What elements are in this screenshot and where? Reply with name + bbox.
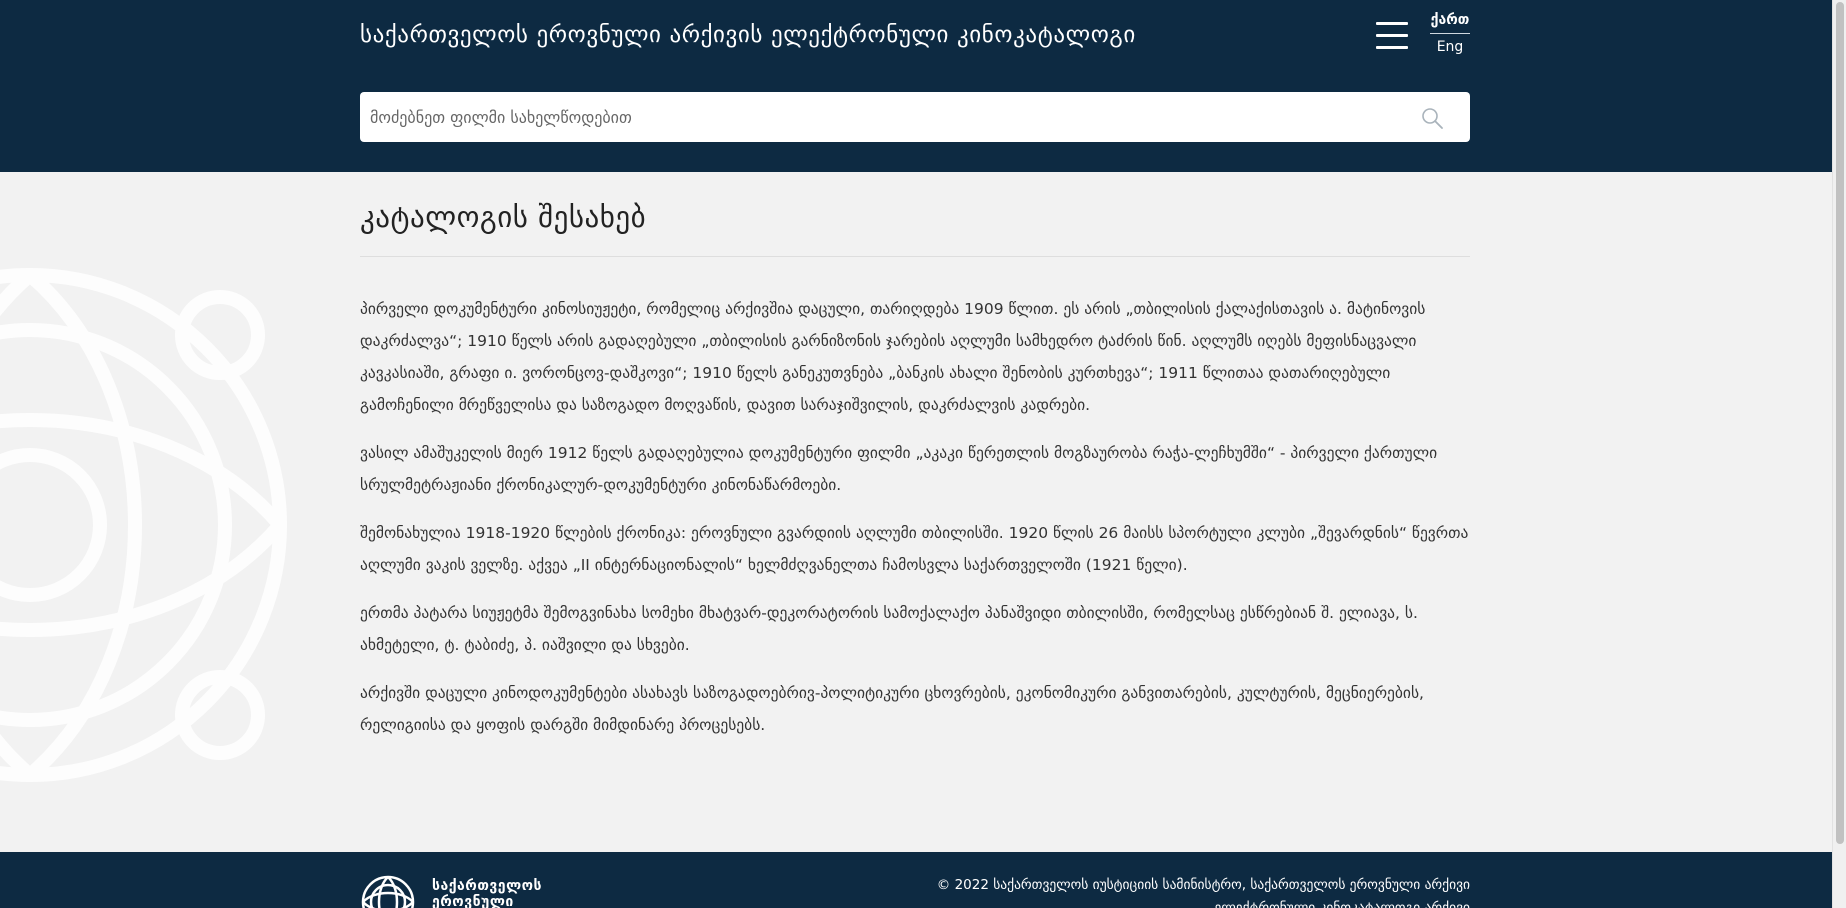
page: საქართველოს ეროვნული არქივის ელექტრონული… [0,0,1832,908]
menu-button[interactable] [1376,20,1408,52]
paragraph: შემონახულია 1918-1920 წლების ქრონიკა: ერ… [360,524,1469,574]
site-title[interactable]: საქართველოს ეროვნული არქივის ელექტრონული… [360,22,1136,48]
lang-en-link[interactable]: Eng [1430,34,1470,55]
scrollbar[interactable] [1832,0,1846,908]
about-text: პირველი დოკუმენტური კინოსიუჟეტი, რომელიც… [360,293,1470,741]
search-input[interactable] [360,92,1410,142]
language-switcher: ქართ Eng [1430,12,1470,55]
footer-logo-text: საქართველოს ეროვნული [432,878,542,908]
paragraph: ერთმა პატარა სიუჟეტმა შემოგვინახა სომეხი… [360,604,1418,654]
page-title: კატალოგის შესახებ [360,200,1470,257]
site-header: საქართველოს ეროვნული არქივის ელექტრონული… [0,0,1832,172]
search-bar [360,92,1470,142]
paragraph: არქივში დაცული კინოდოკუმენტები ასახავს ს… [360,684,1424,734]
copyright: © 2022 საქართველოს იუსტიციის სამინისტრო,… [936,877,1470,908]
lang-ka-link[interactable]: ქართ [1430,12,1470,34]
main-content: კატალოგის შესახებ პირველი დოკუმენტური კი… [360,200,1470,757]
archive-logo-icon[interactable] [360,874,416,908]
background-ornament-icon [0,268,287,782]
scrollbar-thumb[interactable] [1836,2,1844,844]
paragraph: პირველი დოკუმენტური კინოსიუჟეტი, რომელიც… [360,300,1426,414]
hamburger-icon [1376,22,1408,25]
search-icon[interactable] [1420,106,1444,130]
site-footer: საქართველოს ეროვნული © 2022 საქართველოს … [0,852,1832,908]
paragraph: ვასილ ამაშუკელის მიერ 1912 წელს გადაღებუ… [360,444,1438,494]
